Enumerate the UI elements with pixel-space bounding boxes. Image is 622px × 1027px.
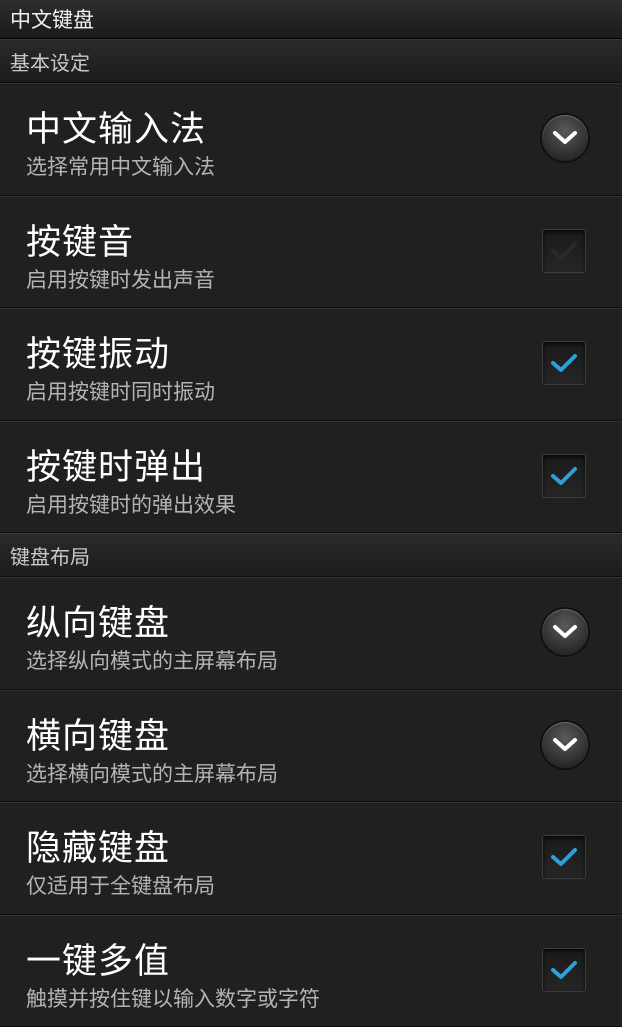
- setting-subtitle: 仅适用于全键盘布局: [26, 870, 215, 900]
- setting-title: 按键音: [26, 214, 134, 265]
- setting-chinese-input-method[interactable]: 中文输入法 选择常用中文输入法: [0, 83, 622, 196]
- app-title: 中文键盘: [10, 4, 94, 34]
- section-header-label: 键盘布局: [10, 541, 90, 570]
- key-popup-checkbox[interactable]: [542, 454, 586, 498]
- app-title-bar: 中文键盘: [0, 0, 622, 39]
- setting-subtitle: 启用按键时的弹出效果: [26, 489, 236, 519]
- checkmark-icon: [549, 464, 579, 488]
- checkmark-icon: [549, 351, 579, 375]
- key-vibration-checkbox[interactable]: [542, 341, 586, 385]
- setting-landscape-keyboard[interactable]: 横向键盘 选择横向模式的主屏幕布局: [0, 690, 622, 803]
- setting-subtitle: 选择常用中文输入法: [26, 151, 215, 181]
- setting-key-sound[interactable]: 按键音 启用按键时发出声音: [0, 196, 622, 309]
- key-sound-checkbox[interactable]: [542, 229, 586, 273]
- setting-title: 中文输入法: [26, 101, 206, 152]
- setting-subtitle: 启用按键时发出声音: [26, 264, 215, 294]
- setting-subtitle: 触摸并按住键以输入数字或字符: [26, 983, 320, 1013]
- section-header-keyboard-layout: 键盘布局: [0, 533, 622, 577]
- checkmark-icon: [549, 958, 579, 982]
- setting-subtitle: 选择纵向模式的主屏幕布局: [26, 645, 278, 675]
- setting-subtitle: 选择横向模式的主屏幕布局: [26, 758, 278, 788]
- setting-multi-value-key[interactable]: 一键多值 触摸并按住键以输入数字或字符: [0, 915, 622, 1027]
- setting-title: 纵向键盘: [26, 595, 170, 646]
- setting-hide-keyboard[interactable]: 隐藏键盘 仅适用于全键盘布局: [0, 802, 622, 915]
- section-header-basic-settings: 基本设定: [0, 39, 622, 83]
- section-header-label: 基本设定: [10, 47, 90, 76]
- setting-key-vibration[interactable]: 按键振动 启用按键时同时振动: [0, 308, 622, 421]
- setting-title: 横向键盘: [26, 708, 170, 759]
- setting-title: 一键多值: [26, 933, 170, 984]
- chevron-down-icon[interactable]: [542, 609, 588, 655]
- multi-value-key-checkbox[interactable]: [542, 948, 586, 992]
- checkmark-icon: [549, 239, 579, 263]
- setting-key-popup[interactable]: 按键时弹出 启用按键时的弹出效果: [0, 421, 622, 534]
- chevron-down-icon[interactable]: [542, 115, 588, 161]
- setting-subtitle: 启用按键时同时振动: [26, 376, 215, 406]
- setting-title: 按键时弹出: [26, 439, 206, 490]
- checkmark-icon: [549, 845, 579, 869]
- setting-portrait-keyboard[interactable]: 纵向键盘 选择纵向模式的主屏幕布局: [0, 577, 622, 690]
- chevron-down-icon[interactable]: [542, 722, 588, 768]
- setting-title: 按键振动: [26, 326, 170, 377]
- setting-title: 隐藏键盘: [26, 820, 170, 871]
- hide-keyboard-checkbox[interactable]: [542, 835, 586, 879]
